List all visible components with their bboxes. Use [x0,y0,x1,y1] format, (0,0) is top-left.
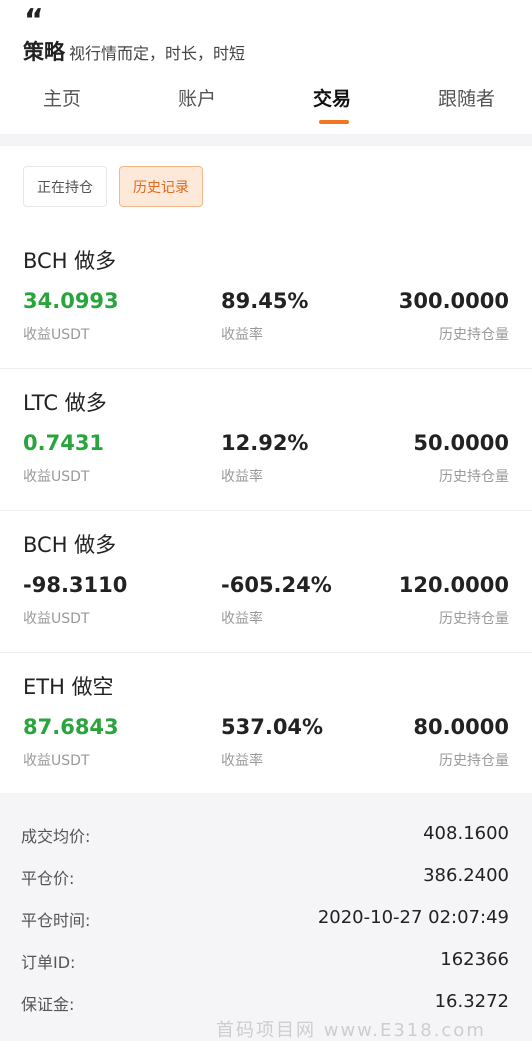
detail-row-order-id: 订单ID: 162366 [0,949,532,979]
detail-value: 386.2400 [423,865,509,886]
trade-quantity: 80.0000 [413,715,509,739]
trade-quantity: 300.0000 [398,289,509,313]
rate-label: 收益率 [221,469,263,485]
watermark: 首码项目网 www.E318.com [216,1020,486,1041]
detail-key: 平仓时间: [21,911,91,930]
section-separator [0,134,532,146]
tab-followers[interactable]: 跟随者 [438,84,495,111]
tab-bar: 主页 账户 交易 跟随者 [0,84,532,124]
detail-key: 订单ID: [21,953,76,972]
detail-row-close-price: 平仓价: 386.2400 [0,865,532,895]
rate-label: 收益率 [221,753,263,769]
detail-key: 成交均价: [21,827,91,846]
trade-quantity: 50.0000 [413,431,509,455]
strategy-header: “ 策略 视行情而定，时长，时短 主页 账户 交易 跟随者 [0,0,532,135]
trade-card[interactable]: BCH 做多 -98.3110 -605.24% 120.0000 收益USDT… [0,511,532,653]
profit-label: 收益USDT [23,611,90,627]
trade-details-panel: 成交均价: 408.1600 平仓价: 386.2400 平仓时间: 2020-… [0,793,532,1041]
strategy-description: 视行情而定，时长，时短 [69,44,246,63]
tab-trade[interactable]: 交易 [313,84,351,111]
trade-profit: -98.3110 [23,573,128,597]
quantity-label: 历史持仓量 [439,753,509,769]
trade-rate: 89.45% [221,289,309,313]
profit-label: 收益USDT [23,469,90,485]
profit-label: 收益USDT [23,753,90,769]
active-tab-indicator [319,120,349,124]
rate-label: 收益率 [221,327,263,343]
detail-value: 2020-10-27 02:07:49 [317,907,509,928]
trade-name: BCH 做多 [23,249,117,273]
trade-name: LTC 做多 [23,391,107,415]
tab-home[interactable]: 主页 [43,84,81,111]
trade-name: BCH 做多 [23,533,117,557]
strategy-line: 策略 视行情而定，时长，时短 [23,36,245,66]
tab-account[interactable]: 账户 [178,84,216,111]
trade-profit: 34.0993 [23,289,119,313]
trade-rate: 537.04% [221,715,324,739]
detail-row-avg-price: 成交均价: 408.1600 [0,823,532,853]
quote-icon: “ [24,3,44,38]
trade-quantity: 120.0000 [398,573,509,597]
rate-label: 收益率 [221,611,263,627]
detail-value: 16.3272 [434,991,509,1012]
detail-value: 408.1600 [423,823,509,844]
quantity-label: 历史持仓量 [439,611,509,627]
filter-holding-button[interactable]: 正在持仓 [23,166,107,207]
quantity-label: 历史持仓量 [439,469,509,485]
strategy-title: 策略 [23,40,65,64]
trade-rate: -605.24% [221,573,332,597]
trade-card[interactable]: ETH 做空 87.6843 537.04% 80.0000 收益USDT 收益… [0,653,532,795]
trade-rate: 12.92% [221,431,309,455]
trade-card[interactable]: BCH 做多 34.0993 89.45% 300.0000 收益USDT 收益… [0,227,532,369]
detail-value: 162366 [440,949,509,970]
detail-key: 保证金: [21,995,75,1014]
profit-label: 收益USDT [23,327,90,343]
trade-name: ETH 做空 [23,675,114,699]
trade-card[interactable]: LTC 做多 0.7431 12.92% 50.0000 收益USDT 收益率 … [0,369,532,511]
quantity-label: 历史持仓量 [439,327,509,343]
detail-row-close-time: 平仓时间: 2020-10-27 02:07:49 [0,907,532,937]
filter-history-button[interactable]: 历史记录 [119,166,203,207]
detail-key: 平仓价: [21,869,75,888]
trade-profit: 87.6843 [23,715,119,739]
trade-profit: 0.7431 [23,431,105,455]
